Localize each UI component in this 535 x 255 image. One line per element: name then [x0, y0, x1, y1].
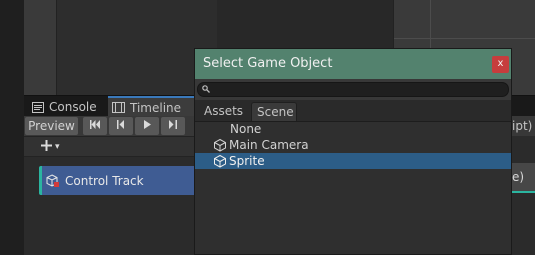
play-icon: [143, 120, 151, 132]
list-item-main-camera[interactable]: Main Camera: [195, 137, 511, 153]
previous-frame-button[interactable]: [109, 117, 133, 135]
tab-assets[interactable]: Assets: [199, 102, 251, 121]
tracks-area: Control Track: [24, 157, 194, 255]
cube-icon: [213, 138, 227, 152]
tab-timeline[interactable]: Timeline: [108, 96, 200, 117]
dialog-tabs: Assets Scene: [195, 100, 511, 122]
close-button[interactable]: x: [492, 56, 509, 73]
list-item-label: Sprite: [229, 154, 265, 168]
list-item-label: None: [230, 122, 262, 136]
tab-timeline-label: Timeline: [130, 100, 182, 115]
left-panel-strip: [0, 0, 25, 255]
grid-line: [394, 38, 535, 39]
list-item-label: Main Camera: [229, 138, 309, 152]
list-item-sprite[interactable]: Sprite: [195, 153, 511, 169]
dialog-title: Select Game Object: [203, 56, 333, 71]
track-header-bar: ▾: [24, 137, 194, 157]
list-item-none[interactable]: None: [195, 121, 511, 137]
control-track[interactable]: Control Track: [39, 166, 194, 195]
search-icon: [202, 85, 210, 93]
control-track-label: Control Track: [65, 173, 144, 188]
preview-button[interactable]: Preview: [25, 117, 78, 135]
chevron-down-icon: ▾: [55, 141, 60, 152]
play-button[interactable]: [135, 117, 159, 135]
tab-scene[interactable]: Scene: [251, 102, 297, 121]
tab-console-label: Console: [49, 100, 97, 114]
control-clip-label: e): [512, 170, 525, 184]
plus-icon: [41, 139, 52, 155]
control-track-icon: [46, 173, 60, 188]
partial-header-text: ipt): [512, 116, 535, 136]
jump-to-start-icon: [90, 120, 100, 132]
scene-view-panel: [24, 0, 217, 95]
timeline-clip-area: ipt) e): [512, 116, 535, 255]
next-frame-button[interactable]: [161, 117, 185, 135]
add-track-button[interactable]: ▾: [41, 138, 71, 155]
cube-icon: [213, 154, 227, 168]
timeline-icon: [112, 102, 125, 113]
console-icon: [32, 101, 44, 113]
previous-frame-icon: [117, 120, 125, 132]
control-clip[interactable]: e): [512, 163, 535, 193]
tab-console[interactable]: Console: [30, 97, 108, 117]
select-game-object-dialog: Select Game Object x Assets Scene None M…: [194, 48, 512, 255]
search-input[interactable]: [197, 82, 509, 97]
scene-view-inner: [56, 0, 217, 95]
dialog-title-bar[interactable]: Select Game Object x: [195, 49, 511, 79]
next-frame-icon: [169, 120, 177, 132]
object-list: None Main Camera Sprite: [195, 121, 511, 169]
search-row: [195, 79, 511, 100]
jump-to-start-button[interactable]: [83, 117, 107, 135]
